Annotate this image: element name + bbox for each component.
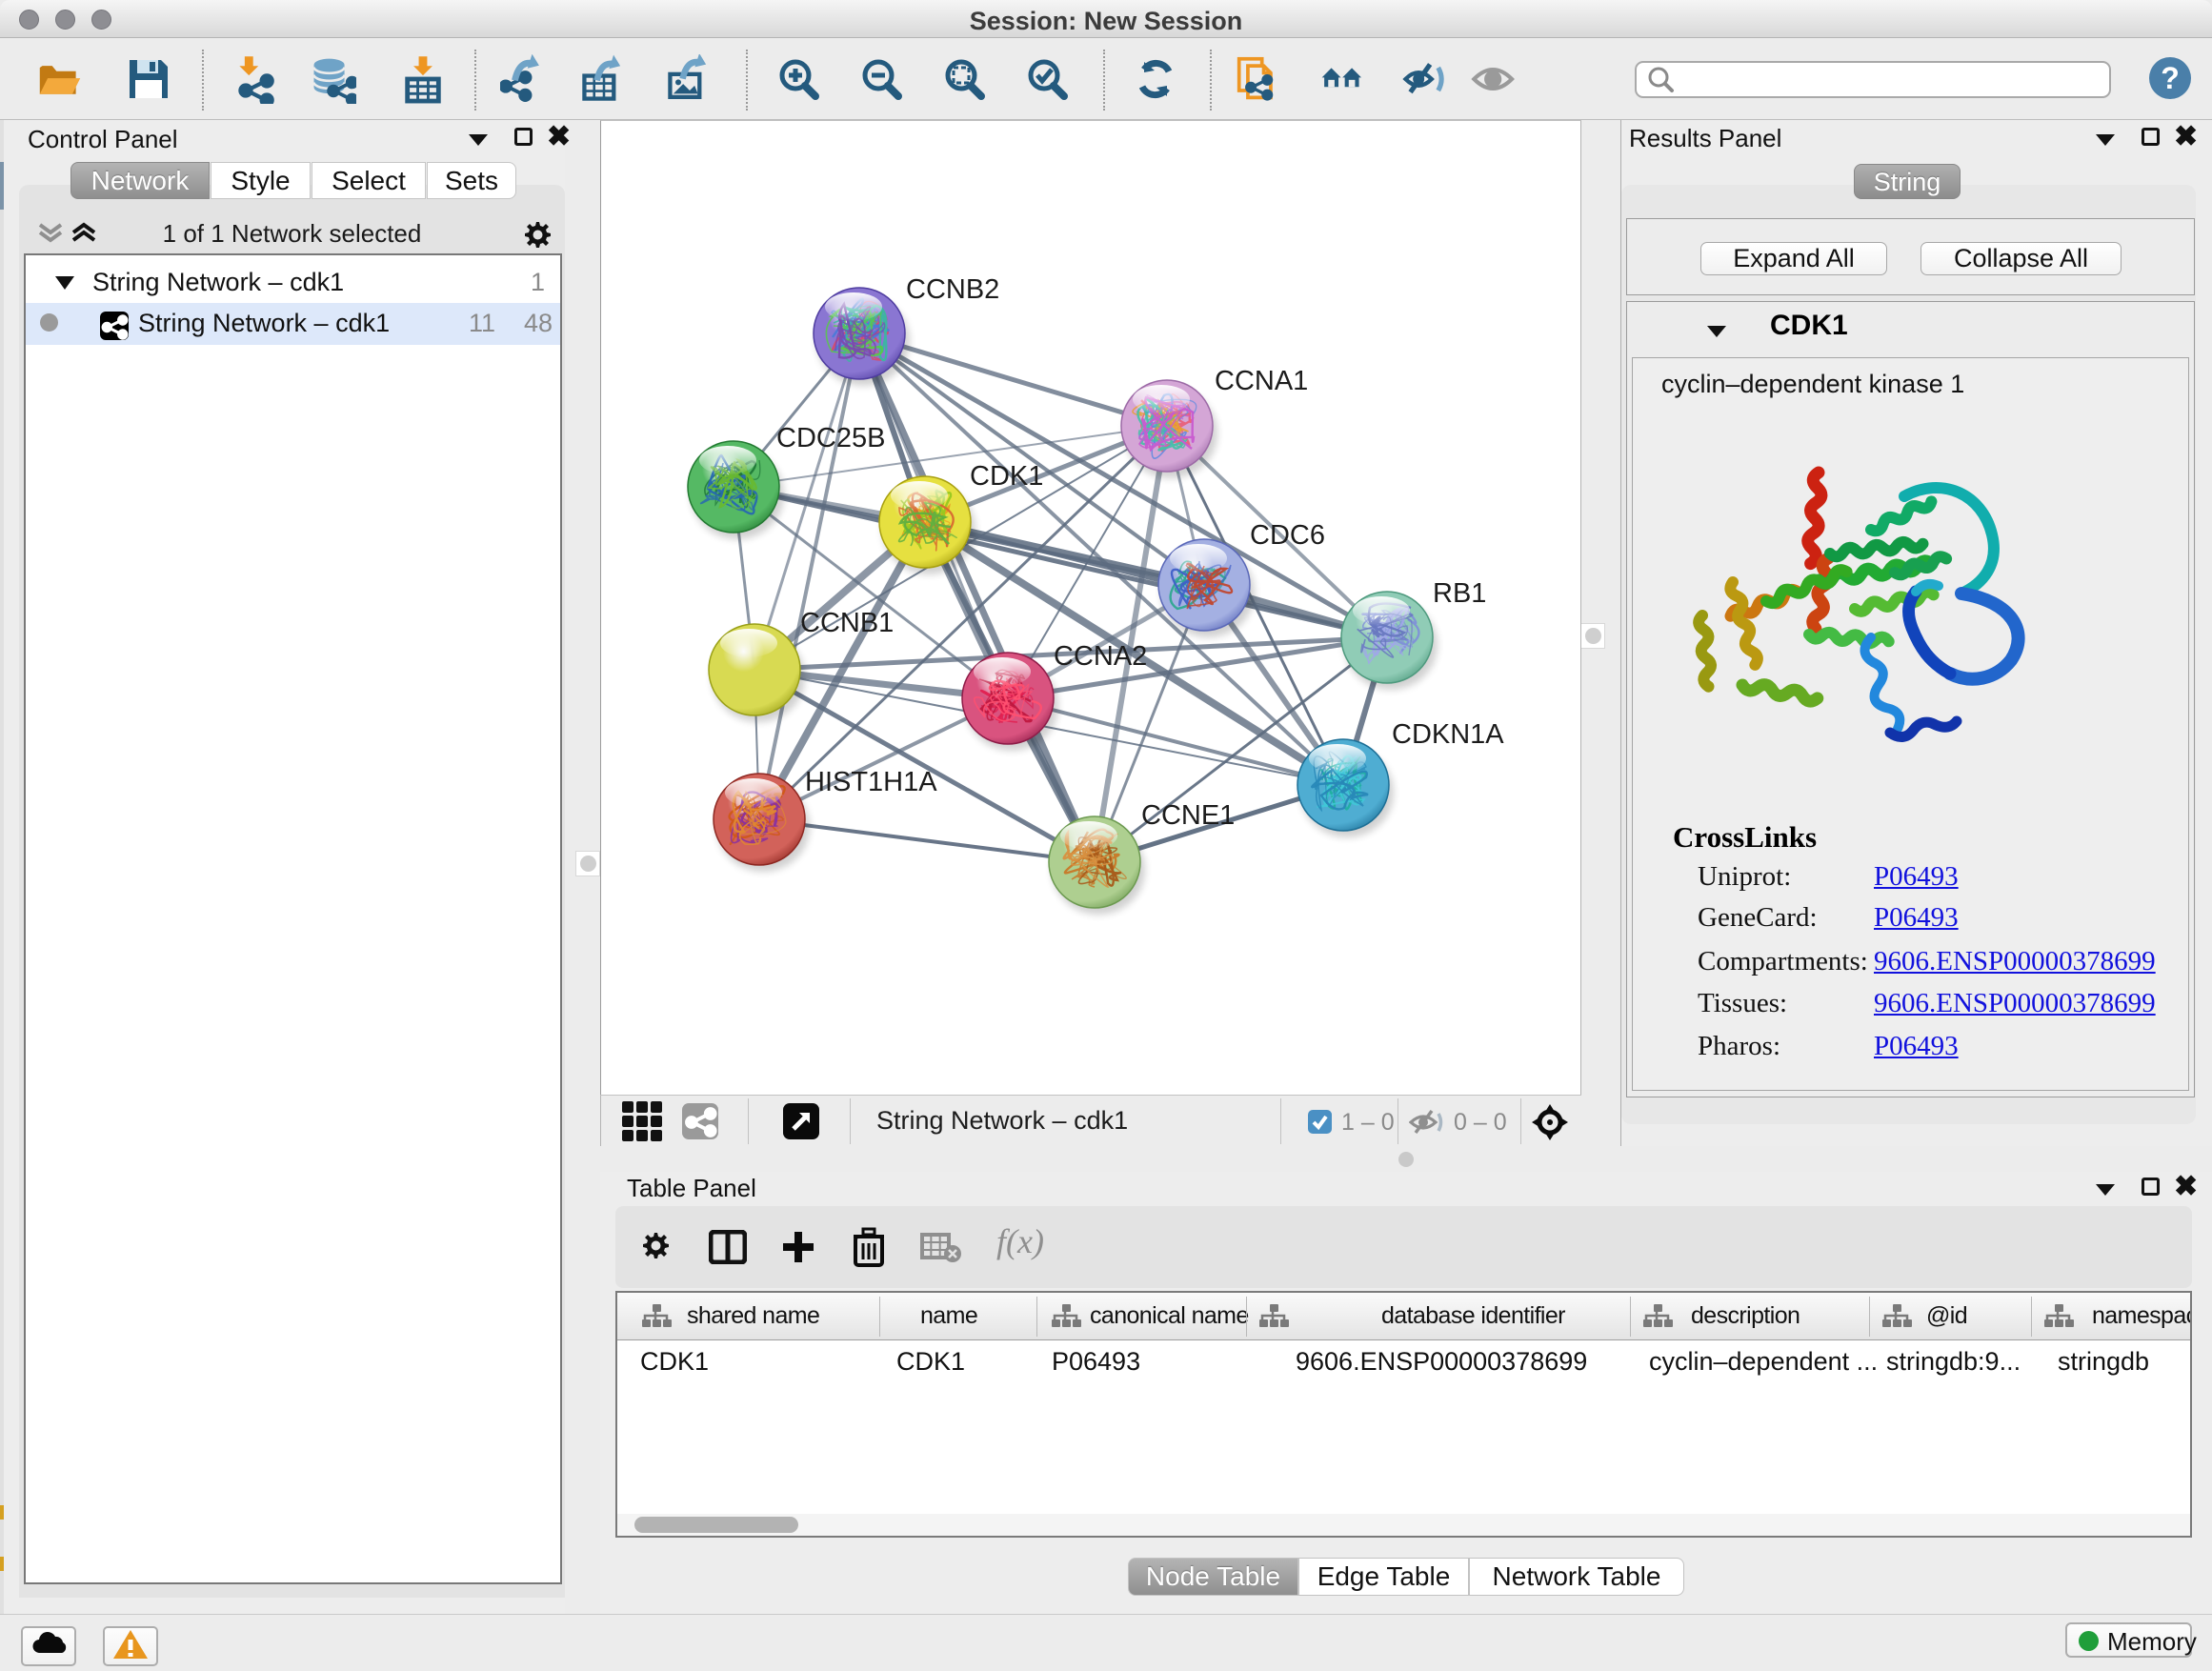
svg-text:CCNB2: CCNB2 — [906, 274, 999, 305]
svg-text:CCNB1: CCNB1 — [800, 608, 894, 638]
svg-text:CDKN1A: CDKN1A — [1392, 719, 1504, 750]
svg-text:CCNE1: CCNE1 — [1141, 800, 1235, 831]
svg-text:HIST1H1A: HIST1H1A — [805, 767, 937, 797]
svg-text:CDK1: CDK1 — [970, 461, 1043, 492]
svg-text:CCNA1: CCNA1 — [1215, 366, 1308, 396]
svg-text:CCNA2: CCNA2 — [1054, 641, 1147, 672]
svg-text:CDC25B: CDC25B — [776, 423, 885, 453]
svg-text:RB1: RB1 — [1433, 578, 1486, 609]
svg-text:CDC6: CDC6 — [1250, 520, 1325, 551]
